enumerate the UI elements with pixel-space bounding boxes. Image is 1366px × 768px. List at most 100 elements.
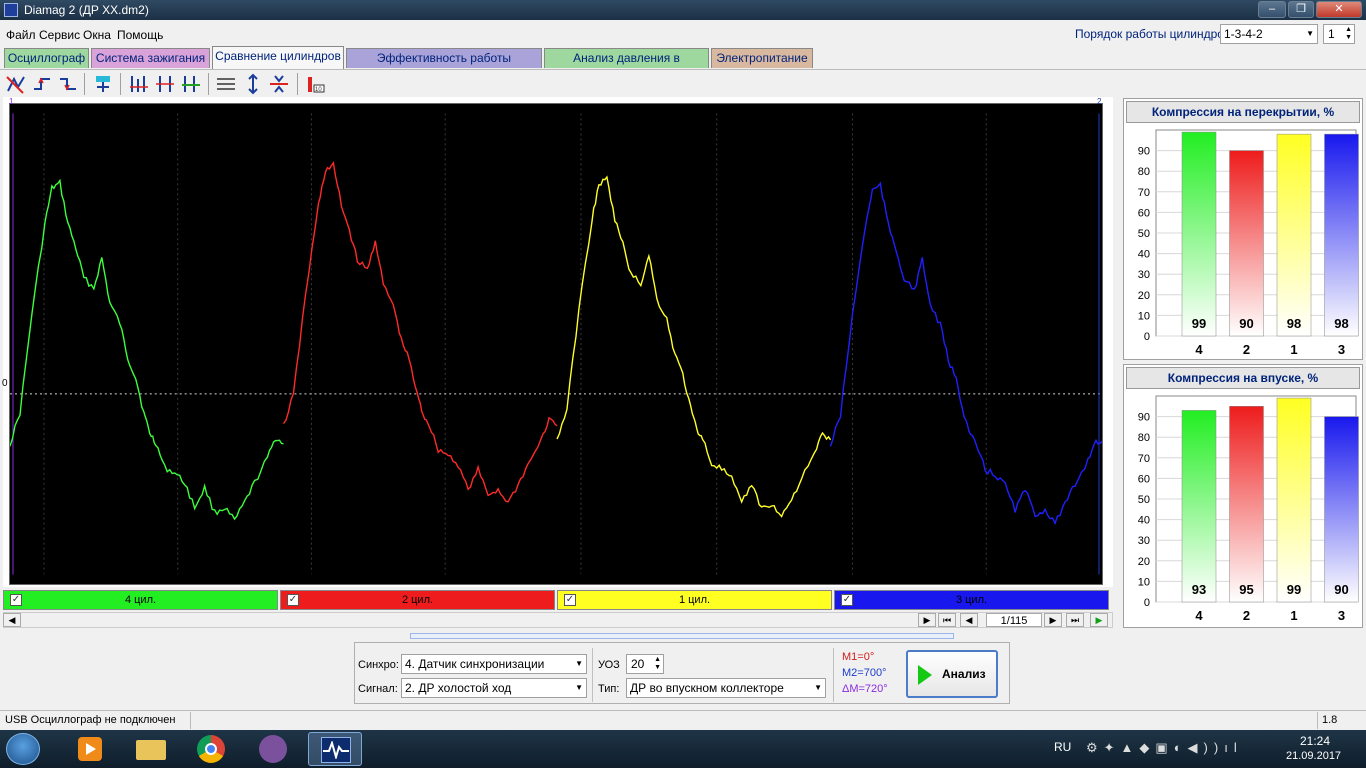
first-page-button[interactable]: ⏮ xyxy=(938,613,956,627)
cursor-tool-icon[interactable] xyxy=(5,73,27,95)
type-value: ДР во впускном коллекторе xyxy=(630,681,784,695)
firing-order-spin[interactable]: 1 ▲ ▼ xyxy=(1323,24,1355,44)
channel-toggle[interactable]: ✓ 3 цил. xyxy=(834,590,1109,610)
y-tick-label: 40 xyxy=(1138,515,1150,527)
channel-toggle[interactable]: ✓ 2 цил. xyxy=(280,590,555,610)
compress-icon[interactable] xyxy=(268,73,290,95)
status-bar: USB Осциллограф не подключен 1.8 xyxy=(0,710,1366,730)
tab-4[interactable]: Эффективность работы цилиндров xyxy=(346,48,542,83)
x-tick-label: 270° xyxy=(437,570,462,584)
menu-file[interactable]: Файл xyxy=(6,28,36,42)
taskbar-diamag[interactable] xyxy=(308,732,362,766)
menu-help[interactable]: Помощь xyxy=(117,28,163,42)
uoz-spin[interactable]: 20 ▲ ▼ xyxy=(626,654,664,674)
checkbox-icon[interactable]: ✓ xyxy=(564,594,576,606)
horizontal-lines-icon[interactable] xyxy=(215,73,237,95)
y-tick-label: 10 xyxy=(1138,310,1150,322)
y-tick-label: 10 xyxy=(1138,576,1150,588)
taskbar-chrome[interactable] xyxy=(184,732,238,766)
minimize-button[interactable]: – xyxy=(1258,1,1286,18)
y-tick-label: 90 xyxy=(1138,146,1150,158)
tab-5[interactable]: Анализ давления в цилиндре xyxy=(544,48,709,83)
bar xyxy=(1276,133,1312,337)
checkbox-icon[interactable]: ✓ xyxy=(10,594,22,606)
splitter-handle[interactable] xyxy=(410,633,954,639)
scroll-right-button[interactable]: ▶ xyxy=(918,613,936,627)
filter-icon[interactable] xyxy=(92,73,114,95)
channel-label: 2 цил. xyxy=(401,594,434,606)
bar-value-label: 93 xyxy=(1192,582,1206,597)
bar-value-label: 98 xyxy=(1287,316,1301,331)
type-select[interactable]: ДР во впускном коллекторе ▼ xyxy=(626,678,826,698)
marker-m2: M2=700° xyxy=(842,667,887,679)
channel-toggle[interactable]: ✓ 4 цил. xyxy=(3,590,278,610)
overlap-compression-chart: 0 10 20 30 40 50 60 70 80 90 99 4 90 2 98 1 98 3 xyxy=(1138,129,1359,357)
tab-6[interactable]: Электропитание xyxy=(711,48,813,68)
maximize-button[interactable]: ❐ xyxy=(1288,1,1314,18)
marker-m1: M1=0° xyxy=(842,651,875,663)
language-indicator[interactable]: RU xyxy=(1054,740,1071,754)
x-tick-label: 630° xyxy=(984,570,1009,584)
falling-edge-icon[interactable] xyxy=(57,73,79,95)
sync-select[interactable]: 4. Датчик синхронизации ▼ xyxy=(401,654,587,674)
last-page-button[interactable]: ⏭ xyxy=(1066,613,1084,627)
analyze-label: Анализ xyxy=(942,667,986,681)
taskbar-viber[interactable] xyxy=(246,732,300,766)
rising-edge-icon[interactable] xyxy=(31,73,53,95)
taskbar-explorer[interactable] xyxy=(124,732,178,766)
intake-compression-title: Компрессия на впуске, % xyxy=(1126,367,1360,389)
sync-value: 4. Датчик синхронизации xyxy=(405,657,545,671)
taskbar: RU ⚙✦▲◆▣◐◀))ıl 21:24 21.09.2017 xyxy=(0,730,1366,768)
analyze-button[interactable]: Анализ xyxy=(906,650,998,698)
menu-windows[interactable]: Окна xyxy=(83,28,111,42)
x-tick-label: 0° xyxy=(35,570,47,584)
y-tick-label: 30 xyxy=(1138,535,1150,547)
tab-1[interactable]: Осциллограф xyxy=(4,48,89,68)
channel-label: 3 цил. xyxy=(955,594,988,606)
spin-arrows-icon: ▲ ▼ xyxy=(1345,26,1352,41)
marker-set-icon[interactable] xyxy=(128,73,150,95)
channel-toggle[interactable]: ✓ 1 цил. xyxy=(557,590,832,610)
clock-time: 21:24 xyxy=(1300,734,1331,748)
bar-value-label: 90 xyxy=(1334,582,1348,597)
play-icon xyxy=(918,665,932,685)
marker-2-flag[interactable]: 2 xyxy=(1097,97,1101,106)
vertical-scale-icon[interactable] xyxy=(242,73,264,95)
tab-2[interactable]: Система зажигания xyxy=(91,48,210,68)
signal-select[interactable]: 2. ДР холостой ход ▼ xyxy=(401,678,587,698)
divider xyxy=(1317,712,1318,729)
close-button[interactable]: ✕ xyxy=(1316,1,1362,18)
x-tick-label: 180° xyxy=(303,570,328,584)
start-button[interactable] xyxy=(6,733,40,765)
marker-add-icon[interactable] xyxy=(180,73,202,95)
marker-delta: ΔM=720° xyxy=(842,683,888,695)
y-tick-label: 50 xyxy=(1138,494,1150,506)
marker-move-icon[interactable] xyxy=(154,73,176,95)
scroll-left-button[interactable]: ◀ xyxy=(3,613,21,627)
page-counter: 1/115 xyxy=(986,613,1042,627)
play-button[interactable]: ▶ xyxy=(1090,613,1108,627)
firing-order-select[interactable]: 1-3-4-2 ▼ xyxy=(1220,24,1318,44)
intake-compression-chart: 0 10 20 30 40 50 60 70 80 90 93 4 95 2 99 1 90 3 xyxy=(1138,395,1359,623)
version-text: 1.8 xyxy=(1322,714,1338,726)
prev-page-button[interactable]: ◀ xyxy=(960,613,978,627)
signal-value: 2. ДР холостой ход xyxy=(405,681,512,695)
bar xyxy=(1229,406,1264,603)
taskbar-media-player[interactable] xyxy=(64,732,118,766)
checkbox-icon[interactable]: ✓ xyxy=(287,594,299,606)
toolbar-separator xyxy=(120,73,121,95)
menu-service[interactable]: Сервис xyxy=(39,28,80,42)
svg-text:10: 10 xyxy=(315,87,322,93)
bar-value-label: 90 xyxy=(1239,316,1253,331)
checkbox-icon[interactable]: ✓ xyxy=(841,594,853,606)
y-tick-label: 80 xyxy=(1138,166,1150,178)
next-page-button[interactable]: ▶ xyxy=(1044,613,1062,627)
tab-3[interactable]: Сравнение цилиндров xyxy=(212,46,344,69)
spin-value: 1 xyxy=(1328,27,1335,41)
marker-1-flag[interactable]: 1 xyxy=(9,97,13,106)
tray-icons[interactable]: ⚙✦▲◆▣◐◀))ıl xyxy=(1086,740,1256,758)
oscilloscope-plot[interactable] xyxy=(9,103,1103,585)
bar-value-label: 95 xyxy=(1239,582,1253,597)
bar-chart-icon[interactable]: 10 xyxy=(305,73,327,95)
category-label: 2 xyxy=(1243,342,1250,357)
